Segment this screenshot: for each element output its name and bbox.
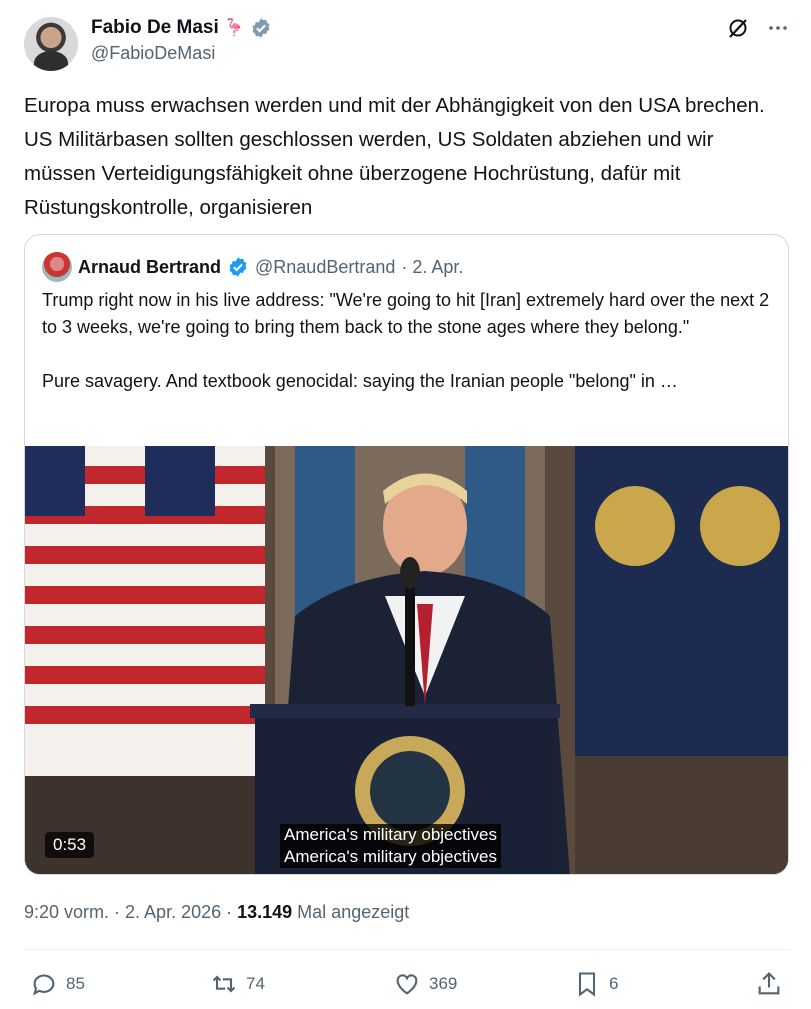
bookmark-count: 6 — [609, 974, 619, 993]
quoted-tweet-header: Arnaud Bertrand @RnaudBertrand · 2. Apr. — [42, 252, 463, 282]
author-handle[interactable]: @FabioDeMasi — [91, 43, 272, 64]
like-icon — [396, 974, 418, 995]
share-button[interactable] — [755, 970, 783, 998]
quoted-author-handle[interactable]: @RnaudBertrand — [255, 257, 395, 278]
share-icon — [758, 972, 780, 995]
views-label: Mal angezeigt — [292, 902, 410, 922]
quoted-paragraph: Pure savagery. And textbook genocidal: s… — [42, 371, 678, 391]
like-count: 369 — [429, 974, 458, 993]
reply-icon — [32, 974, 55, 996]
repost-count: 74 — [246, 974, 265, 993]
tweet-header: Fabio De Masi 🦩 @FabioDeMasi — [24, 14, 790, 74]
author-avatar[interactable] — [24, 17, 78, 71]
divider — [24, 949, 790, 950]
reply-button[interactable]: 85 — [30, 970, 85, 998]
reply-count: 85 — [66, 974, 85, 993]
tweet-meta: 9:20 vorm. · 2. Apr. 2026 · 13.149 Mal a… — [24, 902, 409, 923]
quoted-date[interactable]: · 2. Apr. — [401, 257, 463, 278]
bookmark-icon — [578, 972, 596, 997]
verified-icon[interactable] — [227, 256, 249, 278]
caption-line: America's military objectives — [280, 846, 501, 868]
verified-icon[interactable] — [250, 17, 272, 39]
tweet-text: Europa muss erwachsen werden und mit der… — [24, 94, 765, 219]
author-name-row[interactable]: Fabio De Masi 🦩 — [91, 17, 272, 39]
like-button[interactable]: 369 — [393, 970, 457, 998]
quoted-paragraph: Trump right now in his live address: "We… — [42, 290, 770, 337]
grok-icon[interactable] — [726, 16, 750, 40]
caption-line: America's military objectives — [280, 824, 501, 846]
video-caption: America's military objectives America's … — [280, 824, 501, 868]
author-block: Fabio De Masi 🦩 @FabioDeMasi — [91, 17, 272, 64]
tweet-actions: 85 74 369 6 — [24, 964, 790, 1004]
header-actions — [726, 16, 790, 40]
quoted-author-avatar[interactable] — [42, 252, 72, 282]
view-count: 13.149 — [237, 902, 293, 922]
quoted-tweet-text: Trump right now in his live address: "We… — [42, 287, 777, 395]
more-icon[interactable] — [766, 16, 790, 40]
quoted-author-name[interactable]: Arnaud Bertrand — [78, 257, 221, 278]
quoted-tweet[interactable]: Arnaud Bertrand @RnaudBertrand · 2. Apr.… — [24, 234, 789, 875]
video-frame — [25, 446, 788, 874]
video-player[interactable]: 0:53 America's military objectives Ameri… — [25, 446, 788, 874]
author-name[interactable]: Fabio De Masi — [91, 17, 219, 39]
bookmark-button[interactable]: 6 — [573, 970, 618, 998]
repost-icon — [212, 975, 236, 993]
repost-button[interactable]: 74 — [210, 970, 265, 998]
tweet-timestamp[interactable]: 9:20 vorm. · 2. Apr. 2026 · — [24, 902, 237, 922]
flamingo-emoji: 🦩 — [223, 18, 245, 37]
video-duration: 0:53 — [45, 832, 95, 858]
